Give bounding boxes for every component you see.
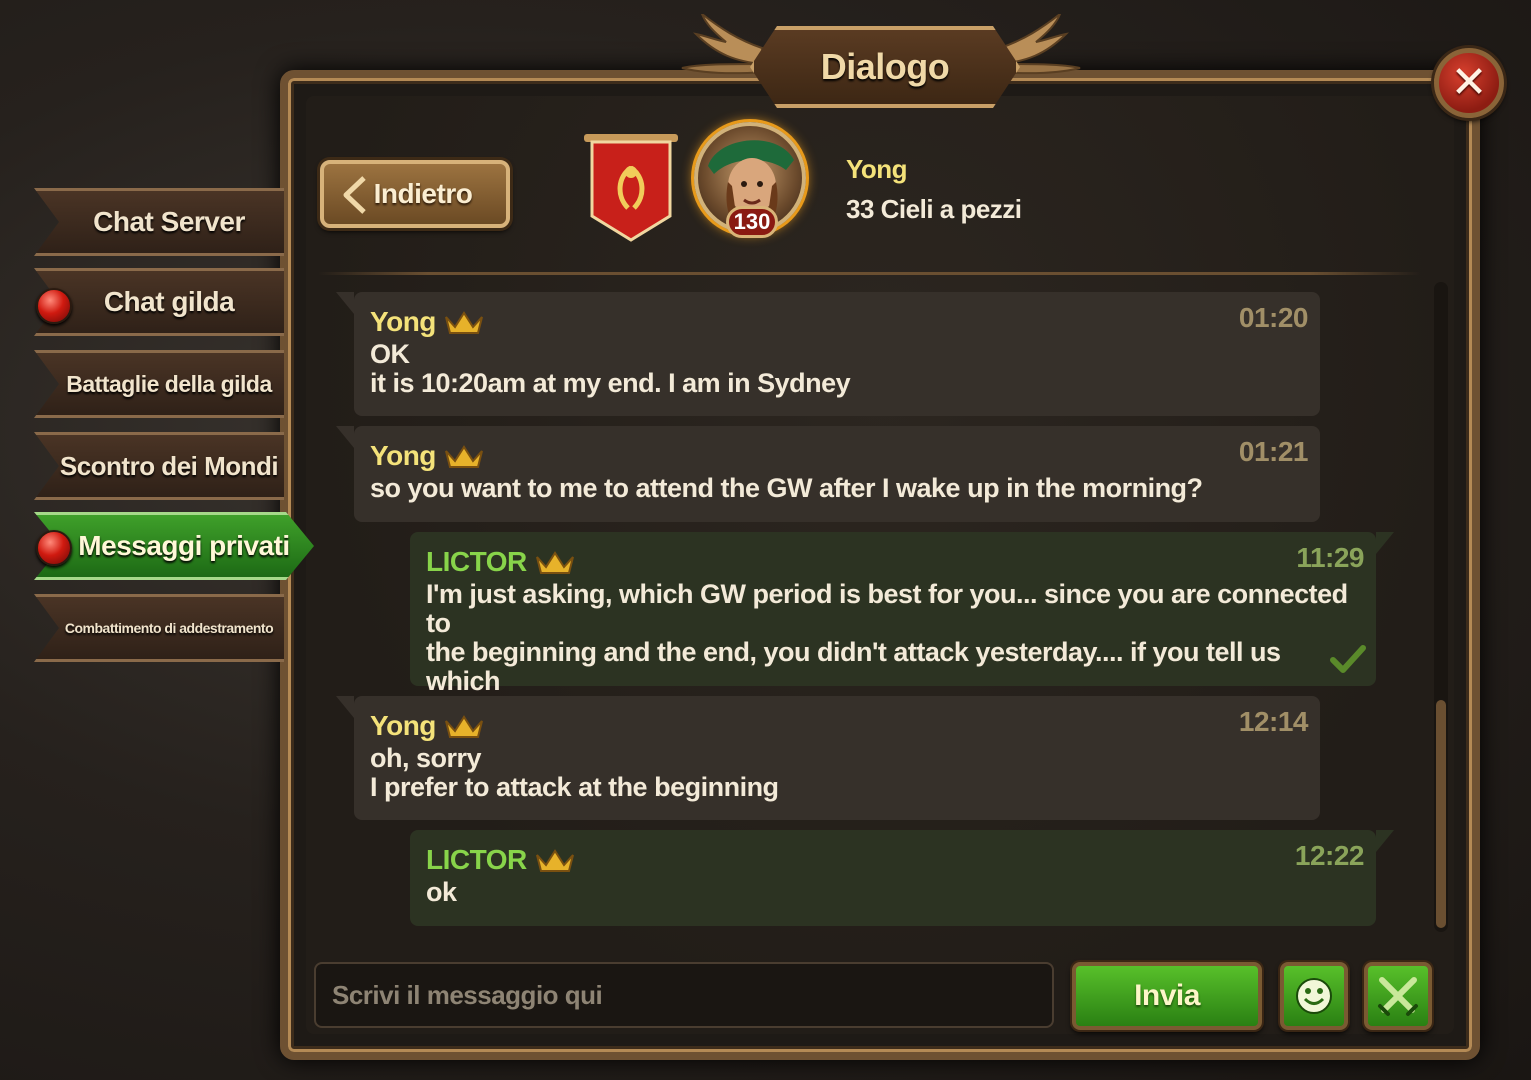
crown-icon <box>535 849 574 872</box>
message-time: 12:22 <box>1294 840 1365 871</box>
level-badge: 130 <box>726 206 778 238</box>
battle-button[interactable] <box>1364 962 1432 1030</box>
message-time: 01:20 <box>1238 302 1309 333</box>
checkmark-icon <box>1330 645 1366 673</box>
message-text: so you want to me to attend the GW after… <box>370 473 1203 503</box>
left-wing-ornament <box>681 14 766 75</box>
message-sender[interactable]: Yong <box>370 306 484 338</box>
tab-battaglie-gilda[interactable]: Battaglie della gilda <box>34 350 284 418</box>
dialog-title: Dialogo <box>820 46 950 87</box>
emoji-button[interactable] <box>1280 962 1348 1030</box>
back-button[interactable]: Indietro <box>320 160 510 228</box>
crown-icon <box>535 551 574 574</box>
tab-label: Scontro dei Mondi <box>59 450 279 481</box>
peer-guild-name: 33 Cieli a pezzi <box>846 194 1022 224</box>
tab-label: Chat gilda <box>103 286 235 317</box>
peer-name: Yong <box>846 154 908 184</box>
message-sender[interactable]: Yong <box>370 710 484 742</box>
notification-dot <box>36 530 72 566</box>
sender-name: Yong <box>370 440 436 471</box>
sender-name: Yong <box>370 710 436 741</box>
tab-chat-server[interactable]: Chat Server <box>34 188 284 256</box>
notification-dot <box>36 288 72 324</box>
chat-message-own: LICTOR 12:22 ok <box>410 830 1394 926</box>
message-time: 11:29 <box>1296 542 1364 573</box>
close-button[interactable]: ✕ <box>1434 48 1504 118</box>
message-time: 01:21 <box>1238 436 1309 467</box>
dialog-title-plate: Dialogo <box>750 26 1020 108</box>
close-icon: ✕ <box>1450 58 1488 107</box>
back-label: Indietro <box>373 178 473 209</box>
message-text: oh, sorry I prefer to attack at the begi… <box>370 743 779 802</box>
guild-banner-icon <box>584 134 678 242</box>
chat-message: Yong 12:14 oh, sorry I prefer to attack … <box>336 696 1320 820</box>
message-text: ok <box>426 877 457 907</box>
tab-label: Chat Server <box>93 206 245 237</box>
message-sender[interactable]: LICTOR <box>426 844 575 876</box>
message-input-box[interactable] <box>314 962 1054 1028</box>
crown-icon <box>444 715 483 738</box>
smiley-icon <box>1296 978 1332 1014</box>
tab-messaggi-privati[interactable]: Messaggi privati <box>34 512 314 580</box>
tab-label: Combattimento di addestramento <box>64 620 274 636</box>
sender-name: Yong <box>370 306 436 337</box>
tab-label: Messaggi privati <box>78 530 290 561</box>
sender-name: LICTOR <box>426 844 527 875</box>
send-label: Invia <box>1134 979 1200 1012</box>
send-button[interactable]: Invia <box>1072 962 1262 1030</box>
back-chevron-icon <box>343 176 366 214</box>
tab-combattimento-addestramento[interactable]: Combattimento di addestramento <box>34 594 284 662</box>
message-text: OK it is 10:20am at my end. I am in Sydn… <box>370 339 851 398</box>
crown-icon <box>444 311 483 334</box>
tab-scontro-mondi[interactable]: Scontro dei Mondi <box>34 432 284 500</box>
crossed-swords-icon <box>1378 977 1418 1016</box>
scrollbar-thumb[interactable] <box>1436 700 1446 928</box>
chat-message: Yong 01:21 so you want to me to attend t… <box>336 426 1320 522</box>
header-divider <box>318 272 1420 275</box>
message-sender[interactable]: Yong <box>370 440 484 472</box>
crown-icon <box>444 445 483 468</box>
chat-message-own: LICTOR 11:29 I'm just asking, which GW p… <box>410 532 1394 725</box>
message-input[interactable] <box>332 979 1036 1011</box>
chat-message: Yong 01:20 OK it is 10:20am at my end. I… <box>336 292 1320 416</box>
tab-label: Battaglie della gilda <box>66 370 272 397</box>
message-sender[interactable]: LICTOR <box>426 546 575 578</box>
message-time: 12:14 <box>1238 706 1309 737</box>
sender-name: LICTOR <box>426 546 527 577</box>
